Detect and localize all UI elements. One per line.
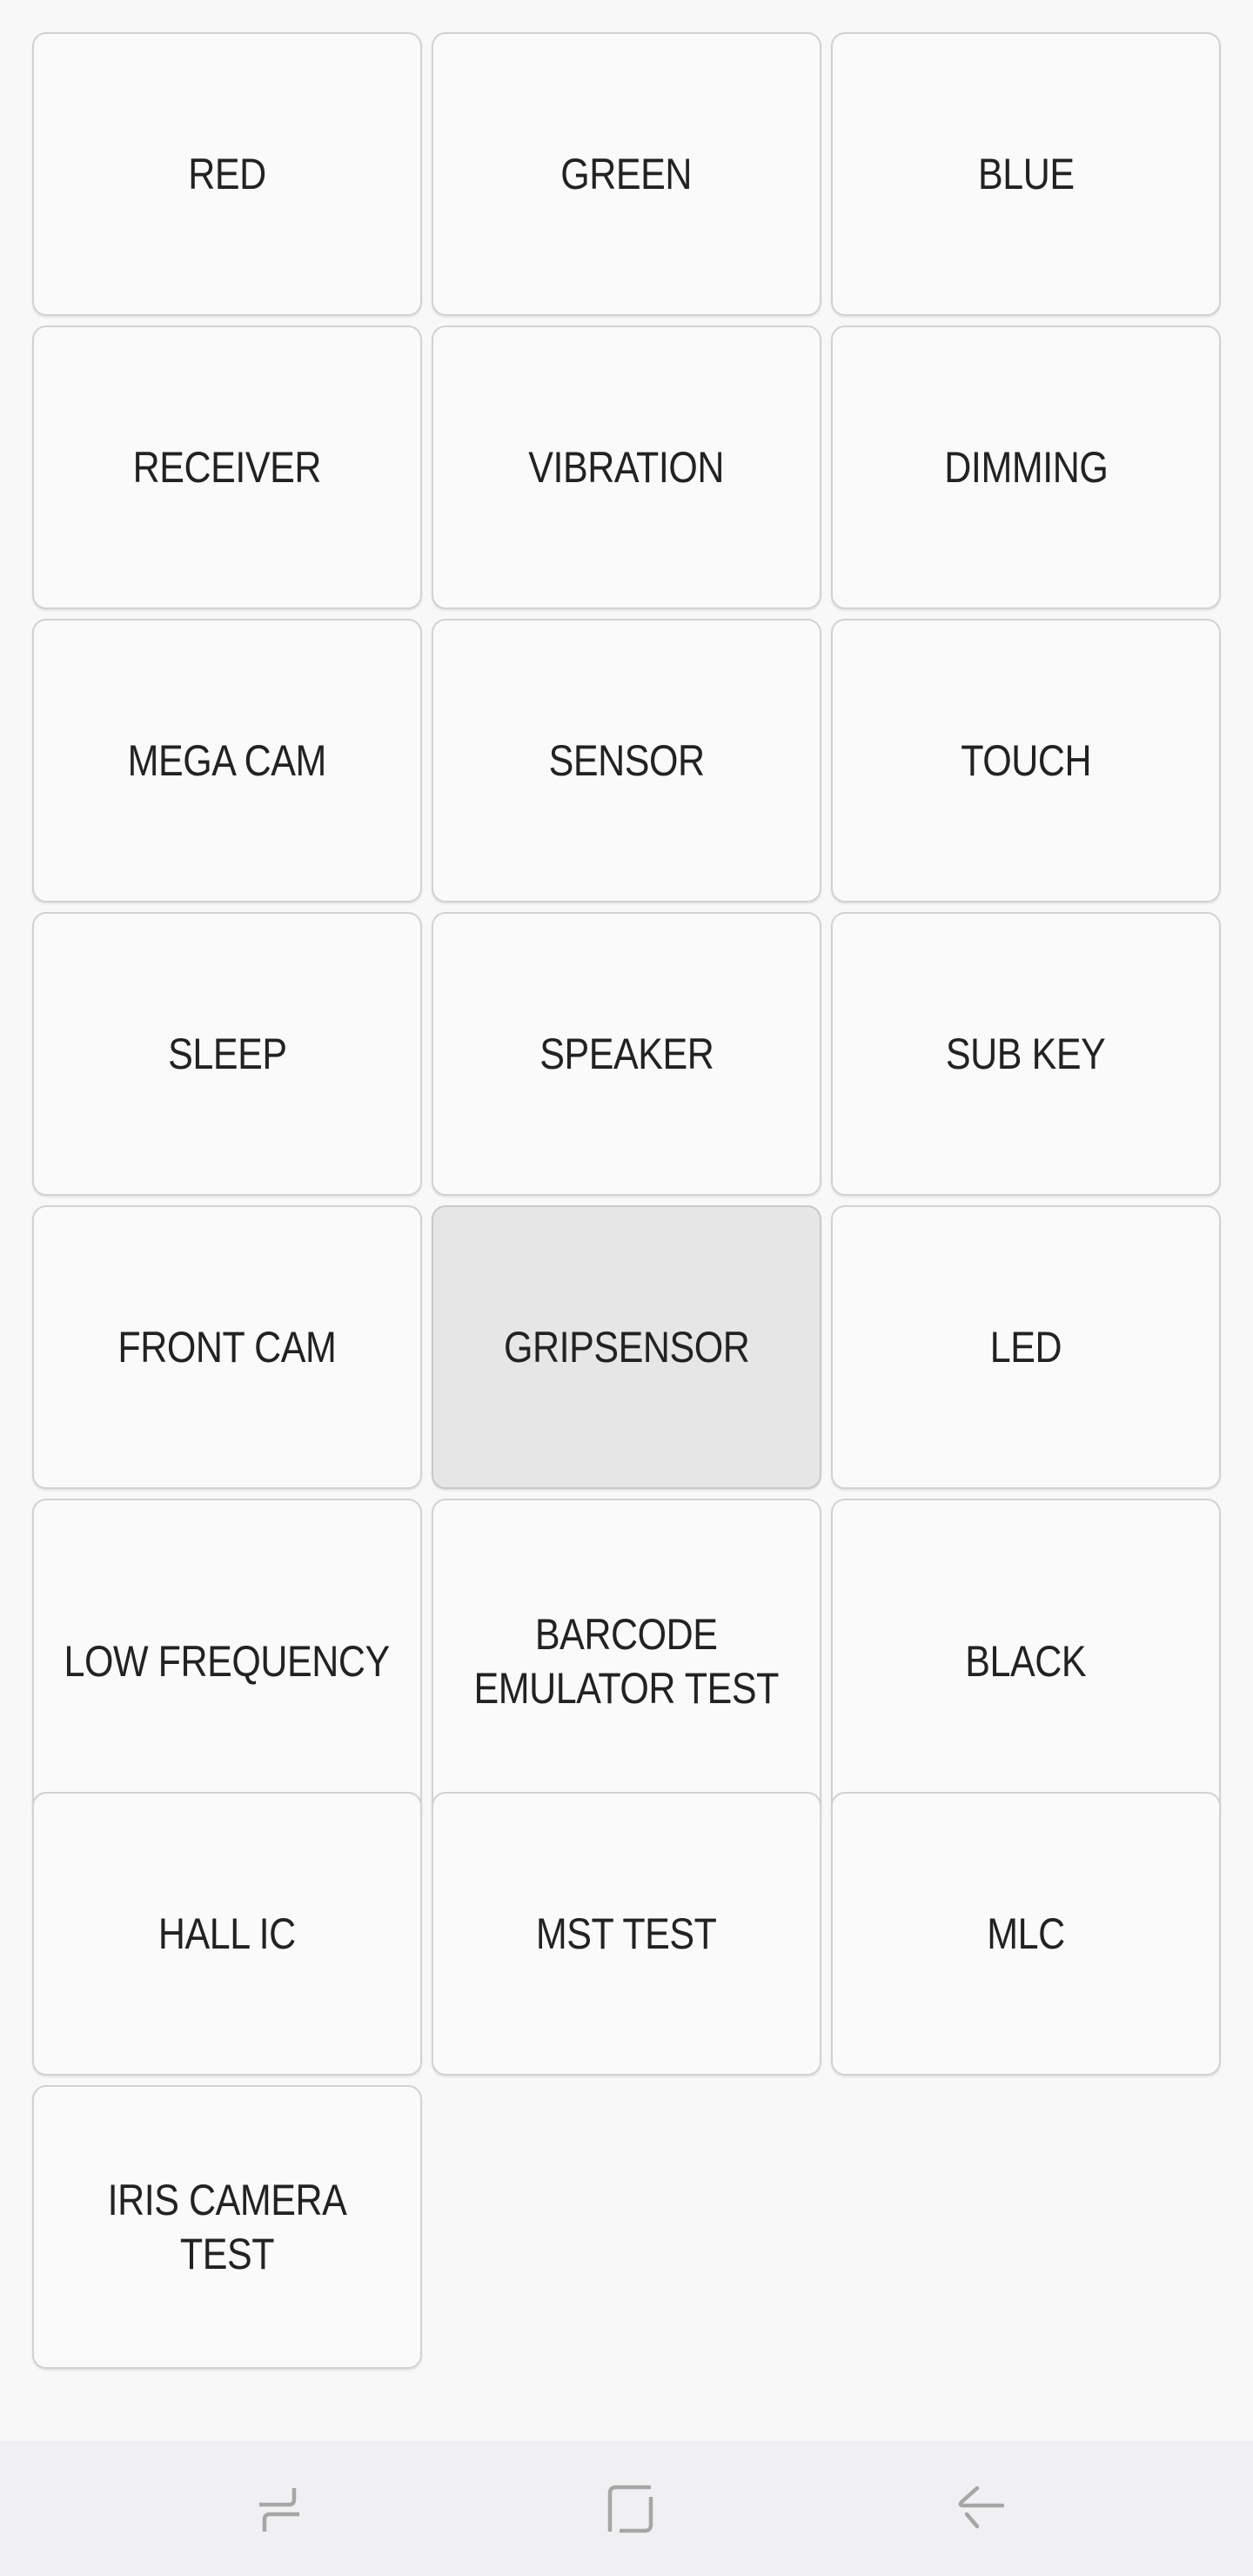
test-button-label: MEGA CAM	[127, 736, 327, 785]
test-button-hall-ic[interactable]: HALL IC	[32, 1792, 422, 2076]
test-button-receiver[interactable]: RECEIVER	[32, 325, 422, 609]
test-button-label: LED	[989, 1323, 1062, 1372]
test-button-label: DIMMING	[943, 443, 1109, 492]
back-button[interactable]	[894, 2441, 1068, 2576]
test-button-barcode-emulator-test[interactable]: BARCODE EMULATOR TEST	[432, 1499, 821, 1823]
test-button-green[interactable]: GREEN	[432, 32, 821, 316]
test-button-mega-cam[interactable]: MEGA CAM	[32, 619, 422, 902]
test-button-mlc[interactable]: MLC	[831, 1792, 1221, 2076]
test-button-blue[interactable]: BLUE	[831, 32, 1221, 316]
test-button-black[interactable]: BLACK	[831, 1499, 1221, 1823]
recents-button[interactable]	[193, 2441, 367, 2576]
test-button-label: MLC	[987, 1909, 1065, 1958]
test-button-mst-test[interactable]: MST TEST	[432, 1792, 821, 2076]
home-button[interactable]	[543, 2441, 717, 2576]
test-button-sub-key[interactable]: SUB KEY	[831, 912, 1221, 1196]
test-button-label: RED	[188, 150, 266, 198]
test-button-label: HALL IC	[158, 1909, 296, 1958]
test-button-red[interactable]: RED	[32, 32, 422, 316]
test-button-label: BARCODE EMULATOR TEST	[473, 1609, 780, 1713]
test-button-label: BLACK	[965, 1636, 1087, 1686]
recents-icon	[259, 2487, 299, 2532]
test-button-label: MST TEST	[536, 1909, 717, 1958]
test-button-sensor[interactable]: SENSOR	[432, 619, 821, 902]
test-menu-grid: RED GREEN BLUE RECEIVER VIBRATION DIMMIN…	[32, 32, 1221, 2369]
test-button-label: IRIS CAMERA TEST	[107, 2176, 347, 2278]
test-button-label: SENSOR	[548, 736, 705, 785]
test-button-label: SUB KEY	[946, 1030, 1106, 1078]
test-button-label: VIBRATION	[528, 443, 725, 492]
test-button-label: GREEN	[560, 150, 693, 198]
test-button-gripsensor[interactable]: GRIPSENSOR	[432, 1205, 821, 1489]
test-button-label: BLUE	[977, 150, 1075, 198]
test-button-touch[interactable]: TOUCH	[831, 619, 1221, 902]
test-button-speaker[interactable]: SPEAKER	[432, 912, 821, 1196]
home-icon	[607, 2485, 653, 2532]
test-button-iris-camera-test[interactable]: IRIS CAMERA TEST	[32, 2085, 422, 2369]
test-button-low-frequency[interactable]: LOW FREQUENCY	[32, 1499, 422, 1823]
test-button-label: FRONT CAM	[117, 1323, 337, 1372]
test-button-label: TOUCH	[961, 736, 1091, 785]
test-button-sleep[interactable]: SLEEP	[32, 912, 422, 1196]
test-button-vibration[interactable]: VIBRATION	[432, 325, 821, 609]
test-button-front-cam[interactable]: FRONT CAM	[32, 1205, 422, 1489]
test-button-label: GRIPSENSOR	[503, 1323, 750, 1372]
test-button-label: SPEAKER	[539, 1030, 714, 1078]
test-button-dimming[interactable]: DIMMING	[831, 325, 1221, 609]
test-button-label: LOW FREQUENCY	[64, 1636, 391, 1686]
test-button-label: RECEIVER	[132, 443, 322, 492]
test-button-led[interactable]: LED	[831, 1205, 1221, 1489]
navigation-bar	[0, 2441, 1253, 2576]
test-button-label: SLEEP	[167, 1030, 287, 1078]
back-icon	[958, 2485, 1005, 2528]
